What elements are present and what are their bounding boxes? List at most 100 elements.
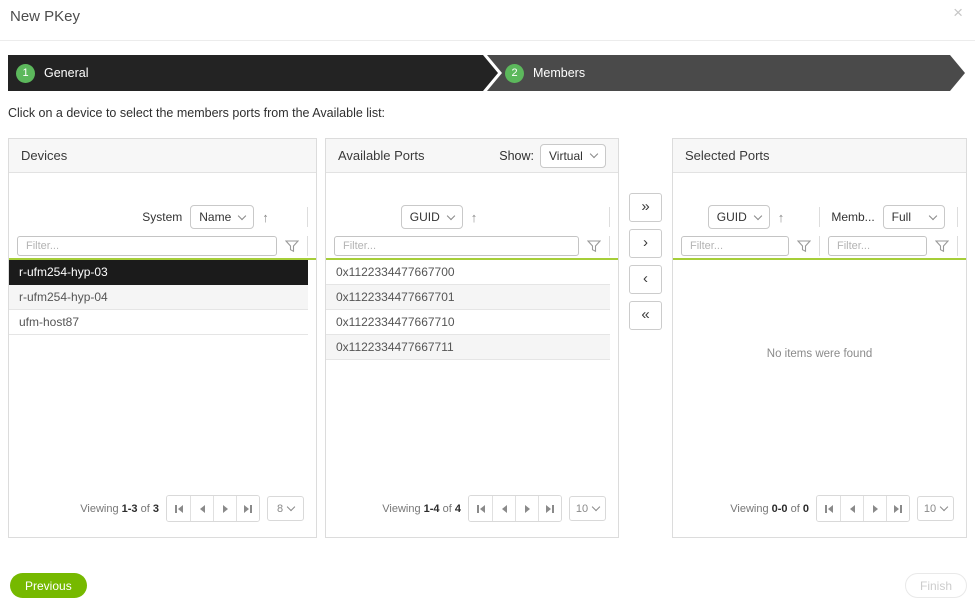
- last-page-button[interactable]: [538, 496, 561, 521]
- wizard-steps: 1 General 2 Members: [0, 55, 975, 91]
- column-divider: [609, 207, 610, 227]
- sort-asc-icon[interactable]: ↑: [778, 210, 785, 225]
- page-size-select[interactable]: 10: [917, 496, 954, 521]
- move-right-button[interactable]: ›: [629, 229, 662, 258]
- membership-value: Full: [892, 210, 911, 224]
- page-size-select[interactable]: 10: [569, 496, 606, 521]
- last-page-button[interactable]: [236, 496, 259, 521]
- finish-button[interactable]: Finish: [905, 573, 967, 598]
- filter-funnel-icon[interactable]: [587, 240, 601, 253]
- move-left-button[interactable]: ‹: [629, 265, 662, 294]
- pagination-buttons: [468, 495, 562, 522]
- instruction-text: Click on a device to select the members …: [8, 106, 385, 120]
- selected-ports-panel: Selected Ports GUID ↑ Memb... Full: [672, 138, 967, 538]
- panel-title: Available Ports: [338, 148, 424, 163]
- column-divider: [957, 207, 958, 227]
- step-number-badge: 1: [16, 64, 35, 83]
- transfer-buttons: » › ‹ «: [629, 193, 662, 330]
- available-table-body: 0x1122334477667700 0x1122334477667701 0x…: [326, 260, 610, 360]
- table-row[interactable]: 0x1122334477667710: [326, 310, 610, 335]
- first-page-icon: [828, 505, 833, 513]
- chevron-down-icon: [238, 211, 246, 219]
- first-page-icon: [178, 505, 183, 513]
- available-panel-body: GUID ↑ 0x1122334477667700 0x112233447766…: [326, 173, 618, 537]
- devices-panel-body: System Name ↑ r-ufm254-hyp-03: [9, 173, 316, 537]
- page-size-value: 10: [576, 503, 588, 515]
- next-page-button[interactable]: [863, 496, 886, 521]
- last-page-icon: [546, 505, 551, 513]
- column-label: System: [142, 210, 182, 224]
- table-row[interactable]: 0x1122334477667701: [326, 285, 610, 310]
- chevron-down-icon: [590, 150, 598, 158]
- devices-filter-input[interactable]: [17, 236, 277, 256]
- tab-general[interactable]: 1 General: [16, 55, 88, 91]
- selected-filter-row: [673, 235, 966, 257]
- panel-title: Devices: [21, 148, 67, 163]
- show-label: Show:: [499, 149, 534, 163]
- step-label: General: [44, 66, 88, 80]
- sort-field-select[interactable]: GUID: [401, 205, 463, 229]
- next-page-icon: [525, 505, 530, 513]
- page-size-select[interactable]: 8: [267, 496, 304, 521]
- column-divider: [609, 236, 610, 256]
- chevron-down-icon: [754, 211, 762, 219]
- last-page-button[interactable]: [886, 496, 909, 521]
- filter-funnel-icon[interactable]: [285, 240, 299, 253]
- devices-filter-row: [9, 235, 316, 257]
- selected-guid-filter-input[interactable]: [681, 236, 789, 256]
- page-size-value: 10: [924, 503, 936, 515]
- prev-page-button[interactable]: [492, 496, 515, 521]
- available-column-header: GUID ↑: [326, 203, 618, 231]
- first-page-button[interactable]: [469, 496, 492, 521]
- membership-select[interactable]: Full: [883, 205, 945, 229]
- pagination-buttons: [166, 495, 260, 522]
- column-divider: [307, 207, 308, 227]
- chevron-down-icon: [940, 503, 948, 511]
- membership-column-label: Memb...: [831, 210, 874, 224]
- next-page-button[interactable]: [515, 496, 538, 521]
- table-row-selected[interactable]: r-ufm254-hyp-03: [9, 260, 308, 285]
- panel-title: Selected Ports: [685, 148, 770, 163]
- sort-field-value: GUID: [717, 210, 747, 224]
- previous-button[interactable]: Previous: [10, 573, 87, 598]
- step-label: Members: [533, 66, 585, 80]
- table-row[interactable]: ufm-host87: [9, 310, 308, 335]
- column-divider: [307, 236, 308, 256]
- sort-asc-icon[interactable]: ↑: [262, 210, 269, 225]
- first-page-button[interactable]: [167, 496, 190, 521]
- first-page-icon: [480, 505, 485, 513]
- available-ports-panel: Available Ports Show: Virtual GUID ↑: [325, 138, 619, 538]
- close-icon[interactable]: ×: [953, 4, 963, 21]
- available-pagination: Viewing 1-4 of 4 10: [382, 495, 606, 522]
- show-filter-group: Show: Virtual: [499, 144, 606, 168]
- table-row[interactable]: 0x1122334477667700: [326, 260, 610, 285]
- filter-funnel-icon[interactable]: [935, 240, 949, 253]
- move-all-right-button[interactable]: »: [629, 193, 662, 222]
- column-divider: [957, 236, 958, 256]
- selected-pagination: Viewing 0-0 of 0 10: [730, 495, 954, 522]
- prev-page-button[interactable]: [840, 496, 863, 521]
- show-select[interactable]: Virtual: [540, 144, 606, 168]
- first-page-button[interactable]: [817, 496, 840, 521]
- next-page-button[interactable]: [213, 496, 236, 521]
- table-row[interactable]: r-ufm254-hyp-04: [9, 285, 308, 310]
- available-filter-input[interactable]: [334, 236, 579, 256]
- sort-asc-icon[interactable]: ↑: [471, 210, 478, 225]
- available-panel-header: Available Ports Show: Virtual: [326, 139, 618, 173]
- selected-membership-filter-input[interactable]: [828, 236, 927, 256]
- prev-page-icon: [502, 505, 507, 513]
- header-divider: [0, 40, 975, 41]
- available-filter-row: [326, 235, 618, 257]
- devices-pagination: Viewing 1-3 of 3 8: [80, 495, 304, 522]
- table-row[interactable]: 0x1122334477667711: [326, 335, 610, 360]
- sort-field-select[interactable]: Name: [190, 205, 254, 229]
- sort-field-select[interactable]: GUID: [708, 205, 770, 229]
- prev-page-button[interactable]: [190, 496, 213, 521]
- step-number-badge: 2: [505, 64, 524, 83]
- devices-table-body: r-ufm254-hyp-03 r-ufm254-hyp-04 ufm-host…: [9, 260, 308, 335]
- tab-members[interactable]: 2 Members: [505, 55, 585, 91]
- page-title: New PKey: [10, 8, 80, 25]
- filter-funnel-icon[interactable]: [797, 240, 811, 253]
- move-all-left-button[interactable]: «: [629, 301, 662, 330]
- empty-state-message: No items were found: [673, 348, 966, 360]
